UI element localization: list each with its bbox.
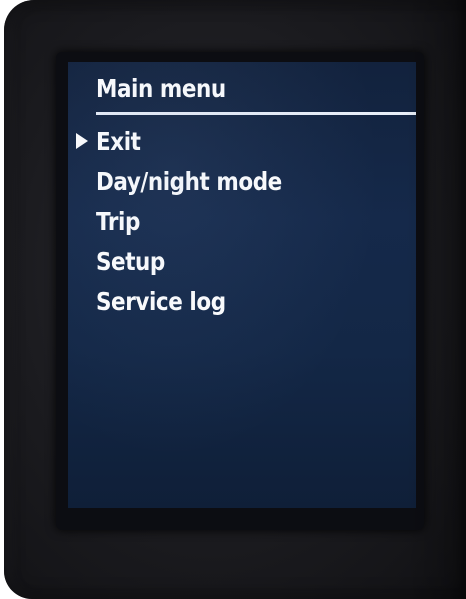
menu-item-label: Day/night mode [96,167,282,196]
menu-item-exit[interactable]: Exit [68,122,416,162]
menu-item-service-log[interactable]: Service log [68,282,416,322]
menu-item-trip[interactable]: Trip [68,202,416,242]
menu-title: Main menu [96,74,226,103]
menu-item-label: Exit [96,127,141,156]
menu-item-setup[interactable]: Setup [68,242,416,282]
menu-item-day-night-mode[interactable]: Day/night mode [68,162,416,202]
device-photo: Main menu Exit Day/night mode Trip Setup… [0,0,466,599]
display-screen: Main menu Exit Day/night mode Trip Setup… [68,62,416,508]
play-triangle-icon [76,133,88,149]
main-menu-list: Exit Day/night mode Trip Setup Service l… [68,122,416,322]
menu-item-label: Setup [96,247,165,276]
menu-item-label: Service log [96,287,226,316]
title-divider [96,112,416,115]
menu-item-label: Trip [96,207,140,236]
